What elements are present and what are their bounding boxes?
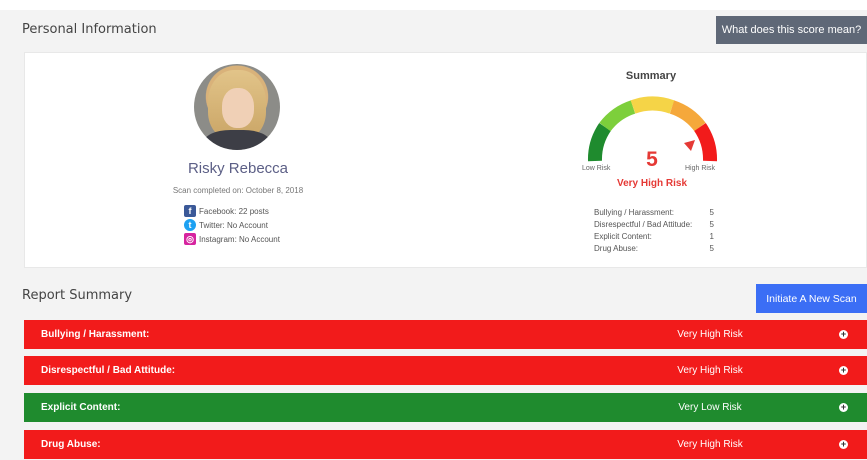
- facebook-icon: f: [184, 205, 196, 217]
- risk-score: 5: [646, 148, 658, 171]
- report-row-bullying[interactable]: Bullying / Harassment: Very High Risk +: [24, 320, 867, 349]
- top-strip: [0, 0, 867, 10]
- summary-title: Summary: [625, 70, 677, 82]
- social-instagram-text: Instagram: No Account: [199, 234, 280, 244]
- stat-value: 5: [709, 244, 714, 253]
- social-facebook-text: Facebook: 22 posts: [199, 206, 269, 216]
- gauge-needle: [684, 140, 695, 151]
- report-row-drug-abuse[interactable]: Drug Abuse: Very High Risk +: [24, 430, 867, 459]
- page-title: Personal Information: [22, 22, 157, 37]
- scan-date: Scan completed on: October 8, 2018: [172, 186, 304, 195]
- stat-value: 1: [709, 232, 714, 241]
- social-facebook: f Facebook: 22 posts: [184, 205, 269, 217]
- report-row-risk: Very High Risk: [677, 439, 743, 450]
- stat-label: Bullying / Harassment:: [594, 208, 675, 217]
- report-row-explicit-content[interactable]: Explicit Content: Very Low Risk +: [24, 393, 867, 422]
- stat-label: Disrespectful / Bad Attitude:: [594, 220, 693, 229]
- report-row-category: Bullying / Harassment:: [41, 329, 150, 340]
- stat-value: 5: [709, 208, 714, 217]
- stat-label: Explicit Content:: [594, 232, 652, 241]
- risk-level-text: Very High Risk: [616, 178, 688, 189]
- stat-label: Drug Abuse:: [594, 244, 639, 253]
- report-row-category: Drug Abuse:: [41, 439, 101, 450]
- expand-icon[interactable]: +: [839, 403, 848, 412]
- social-twitter-text: Twitter: No Account: [199, 220, 268, 230]
- report-row-risk: Very High Risk: [677, 365, 743, 376]
- social-instagram: ◎ Instagram: No Account: [184, 233, 280, 245]
- social-twitter: t Twitter: No Account: [184, 219, 268, 231]
- expand-icon[interactable]: +: [839, 366, 848, 375]
- summary-stat-row: Drug Abuse: 5: [594, 244, 714, 253]
- instagram-icon: ◎: [184, 233, 196, 245]
- avatar: [194, 64, 280, 150]
- twitter-icon: t: [184, 219, 196, 231]
- report-row-risk: Very High Risk: [677, 329, 743, 340]
- expand-icon[interactable]: +: [839, 330, 848, 339]
- report-row-risk: Very Low Risk: [678, 402, 742, 413]
- summary-stat-row: Disrespectful / Bad Attitude: 5: [594, 220, 714, 229]
- summary-stat-row: Bullying / Harassment: 5: [594, 208, 714, 217]
- report-row-disrespectful[interactable]: Disrespectful / Bad Attitude: Very High …: [24, 356, 867, 385]
- report-summary-title: Report Summary: [22, 288, 133, 303]
- report-row-category: Explicit Content:: [41, 402, 121, 413]
- gauge-low-label: Low Risk: [582, 165, 611, 172]
- report-row-category: Disrespectful / Bad Attitude:: [41, 365, 176, 376]
- profile-name: Risky Rebecca: [187, 160, 289, 177]
- gauge-high-label: High Risk: [685, 165, 715, 172]
- score-info-button[interactable]: What does this score mean?: [716, 16, 867, 44]
- stat-value: 5: [709, 220, 714, 229]
- initiate-new-scan-button[interactable]: Initiate A New Scan: [756, 284, 867, 313]
- summary-stat-row: Explicit Content: 1: [594, 232, 714, 241]
- expand-icon[interactable]: +: [839, 440, 848, 449]
